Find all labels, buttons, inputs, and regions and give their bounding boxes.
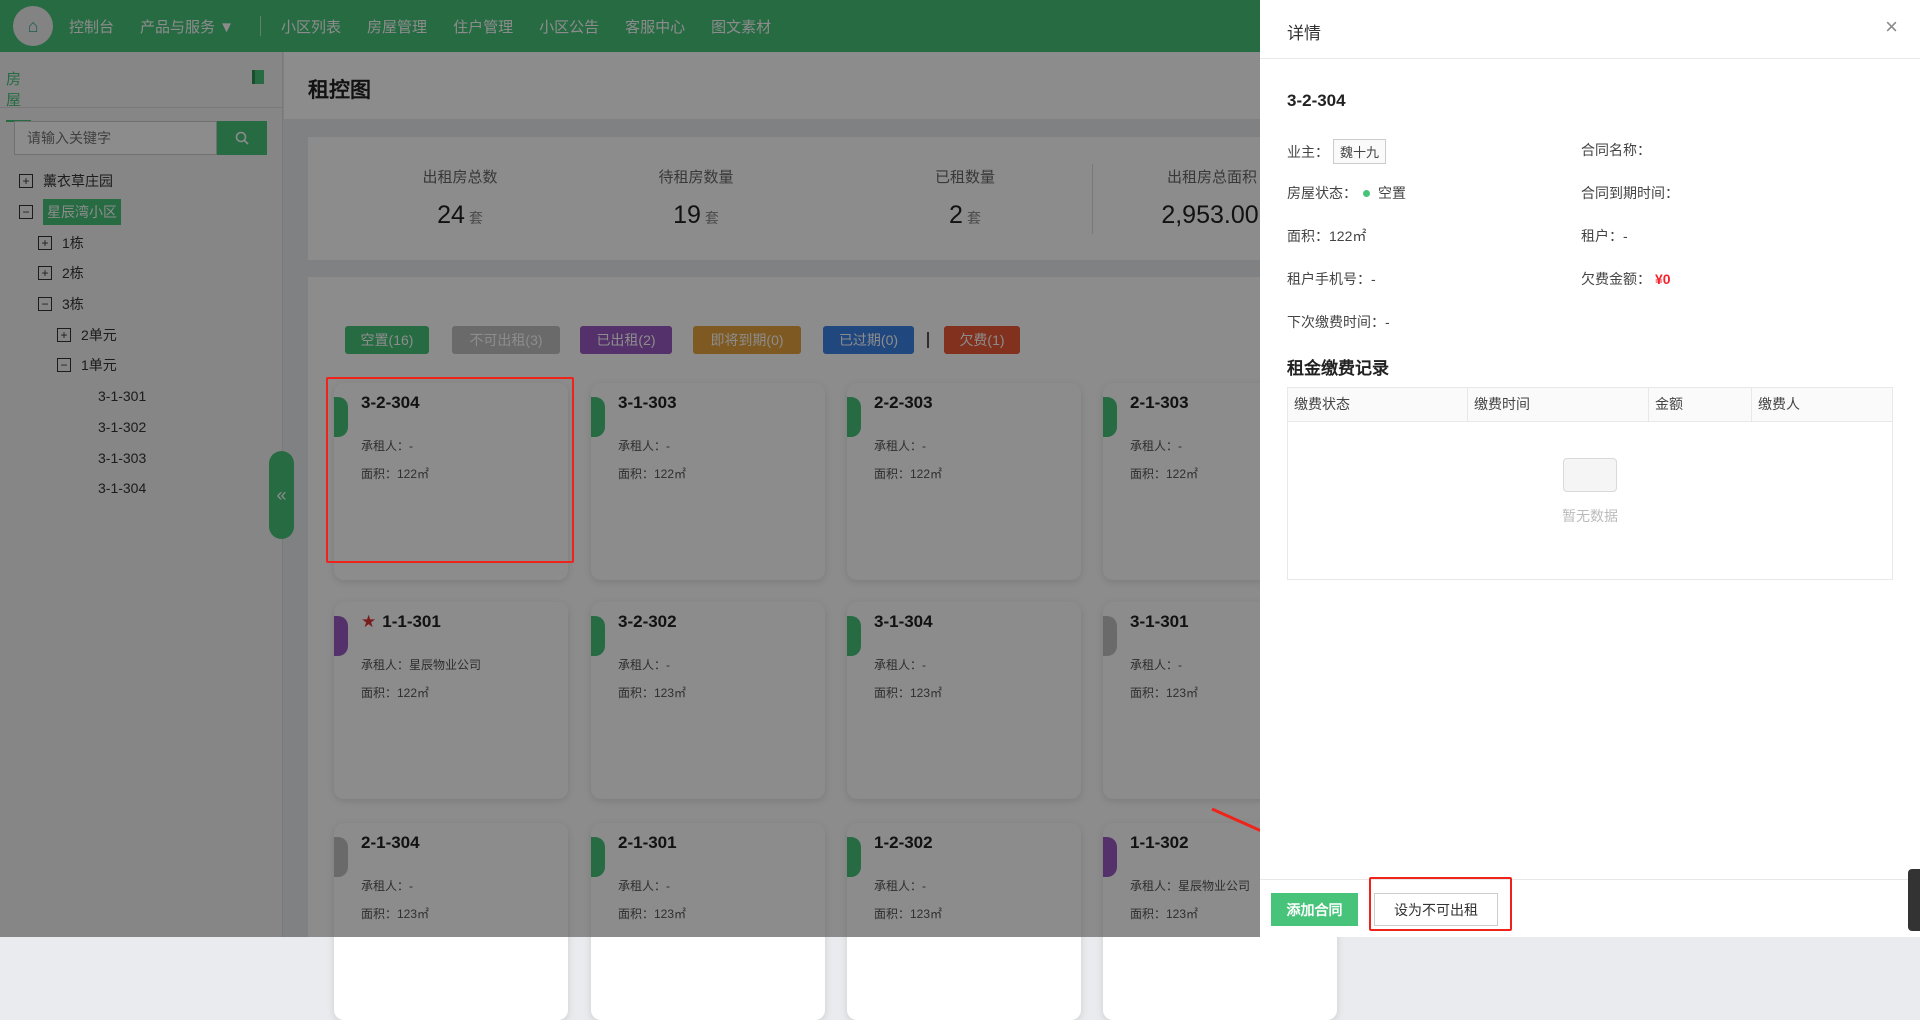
empty-box-icon <box>1563 458 1617 492</box>
owner-field: 业主： 魏十九 <box>1287 139 1387 164</box>
arrears-value: ¥0 <box>1655 271 1671 287</box>
drawer-title: 详情 <box>1287 24 1321 43</box>
owner-label: 业主： <box>1287 143 1329 160</box>
add-contract-button[interactable]: 添加合同 <box>1271 893 1358 926</box>
close-icon[interactable]: × <box>1885 14 1898 40</box>
tenant-field: 租户：- <box>1581 228 1628 244</box>
owner-tag: 魏十九 <box>1333 139 1387 164</box>
contract-expire-field: 合同到期时间： <box>1581 185 1679 201</box>
empty-state: 暂无数据 <box>1288 458 1892 526</box>
records-table: 缴费状态 缴费时间 金额 缴费人 暂无数据 <box>1287 387 1893 580</box>
floating-widget[interactable] <box>1908 869 1920 931</box>
arrears-label: 欠费金额： <box>1581 271 1651 287</box>
footer-divider <box>1260 879 1920 880</box>
empty-text: 暂无数据 <box>1562 508 1618 524</box>
col-payer: 缴费人 <box>1758 396 1800 412</box>
room-number: 3-2-304 <box>1287 91 1346 110</box>
area-field: 面积：122㎡ <box>1287 228 1367 244</box>
col-amount: 金额 <box>1649 388 1752 421</box>
highlight-box <box>1369 877 1512 931</box>
status-value: 空置 <box>1378 185 1406 201</box>
status-dot <box>1363 189 1370 197</box>
drawer-header: 详情 × <box>1260 0 1920 59</box>
records-title: 租金缴费记录 <box>1287 359 1389 378</box>
table-header: 缴费状态 缴费时间 金额 缴费人 <box>1288 388 1892 422</box>
tenant-phone-field: 租户手机号：- <box>1287 271 1376 287</box>
col-status: 缴费状态 <box>1288 388 1468 421</box>
arrears-field: 欠费金额： ¥0 <box>1581 269 1671 289</box>
detail-drawer: 详情 × 3-2-304 业主： 魏十九 房屋状态： 空置 面积：122㎡ 租户手机… <box>1260 0 1920 937</box>
status-label: 房屋状态： <box>1287 185 1357 201</box>
status-field: 房屋状态： 空置 <box>1287 183 1406 203</box>
contract-name-field: 合同名称： <box>1581 142 1651 158</box>
next-pay-field: 下次缴费时间：- <box>1287 314 1390 330</box>
col-time: 缴费时间 <box>1468 388 1649 421</box>
